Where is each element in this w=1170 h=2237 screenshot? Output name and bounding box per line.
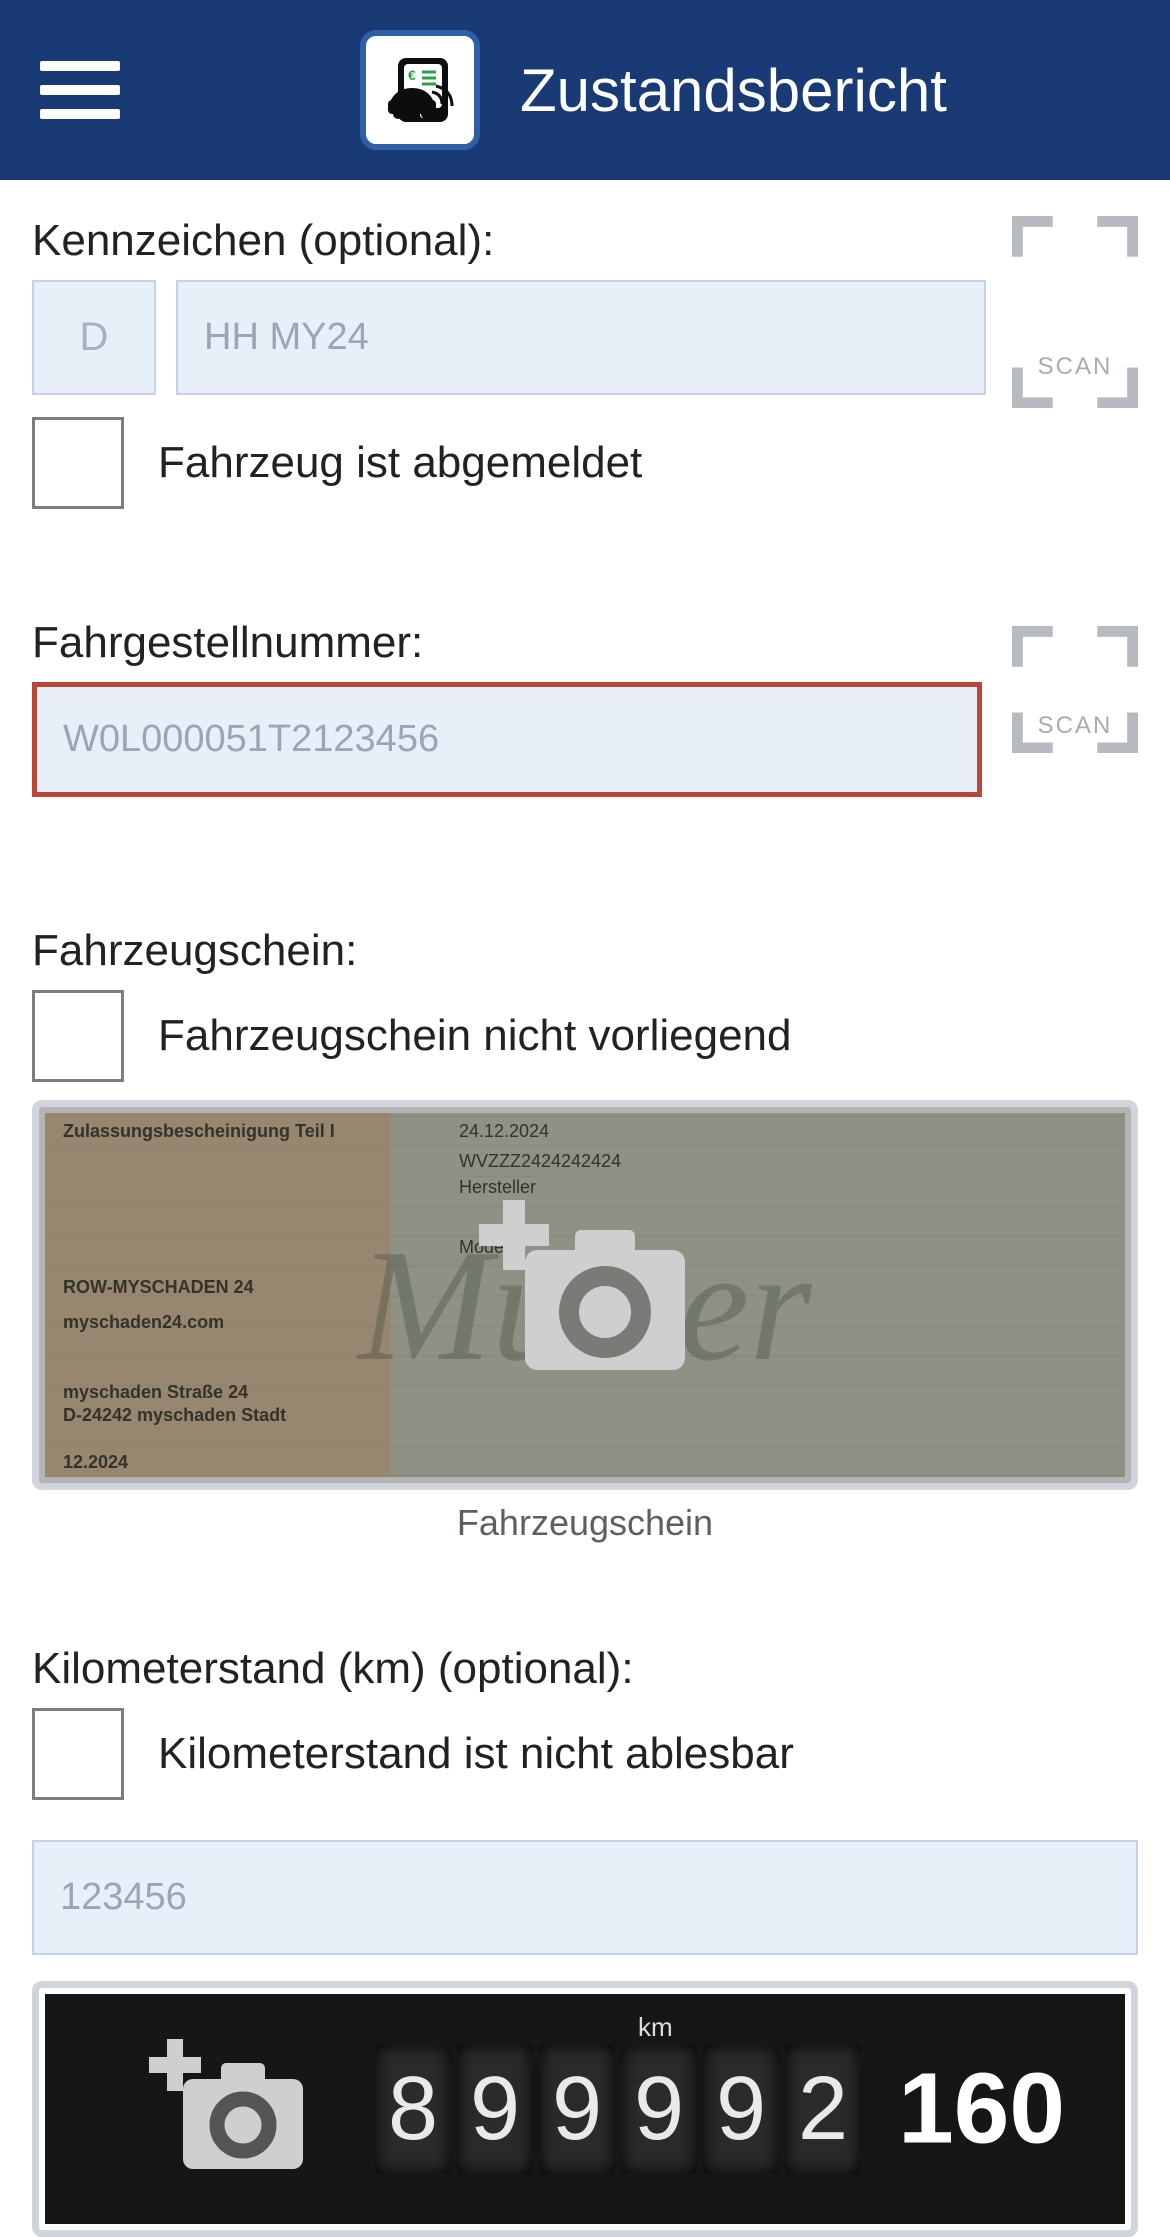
vin-label: Fahrgestellnummer: bbox=[32, 618, 992, 668]
add-photo-icon bbox=[39, 1107, 1131, 1483]
add-photo-icon bbox=[149, 1988, 309, 2230]
vehicle-deregistered-label: Fahrzeug ist abgemeldet bbox=[158, 438, 642, 488]
mileage-label: Kilometerstand (km) (optional): bbox=[32, 1644, 1138, 1694]
odometer-photo-area[interactable]: km 8 9 9 9 9 2 160 bbox=[32, 1981, 1138, 2237]
scan-plate-button[interactable]: SCAN bbox=[1012, 216, 1138, 518]
odo-digits: 8 9 9 9 9 2 bbox=[375, 2039, 861, 2179]
registration-doc-missing-label: Fahrzeugschein nicht vorliegend bbox=[158, 1011, 792, 1061]
kennzeichen-label: Kennzeichen (optional): bbox=[32, 216, 992, 266]
odo-km-label: km bbox=[638, 2012, 673, 2043]
vin-input[interactable] bbox=[32, 682, 982, 797]
registration-doc-missing-checkbox[interactable] bbox=[32, 990, 124, 1082]
app-logo-icon: € bbox=[360, 30, 480, 150]
registration-doc-photo-area[interactable]: Zulassungsbescheinigung Teil I 24.12.202… bbox=[32, 1100, 1138, 1490]
svg-text:€: € bbox=[408, 67, 416, 83]
odo-speed-value: 160 bbox=[898, 2052, 1065, 2167]
license-plate-input[interactable] bbox=[176, 280, 986, 395]
mileage-unreadable-checkbox[interactable] bbox=[32, 1708, 124, 1800]
vehicle-deregistered-checkbox[interactable] bbox=[32, 417, 124, 509]
mileage-input[interactable] bbox=[32, 1840, 1138, 1955]
scan-vin-button[interactable]: SCAN bbox=[1012, 626, 1138, 826]
registration-doc-caption: Fahrzeugschein bbox=[32, 1502, 1138, 1544]
registration-doc-label: Fahrzeugschein: bbox=[32, 926, 1138, 976]
mileage-unreadable-label: Kilometerstand ist nicht ablesbar bbox=[158, 1729, 794, 1779]
app-header: € Zustandsbericht bbox=[0, 0, 1170, 180]
page-title: Zustandsbericht bbox=[520, 56, 947, 125]
country-code-box: D bbox=[32, 280, 156, 395]
menu-icon[interactable] bbox=[40, 61, 120, 119]
